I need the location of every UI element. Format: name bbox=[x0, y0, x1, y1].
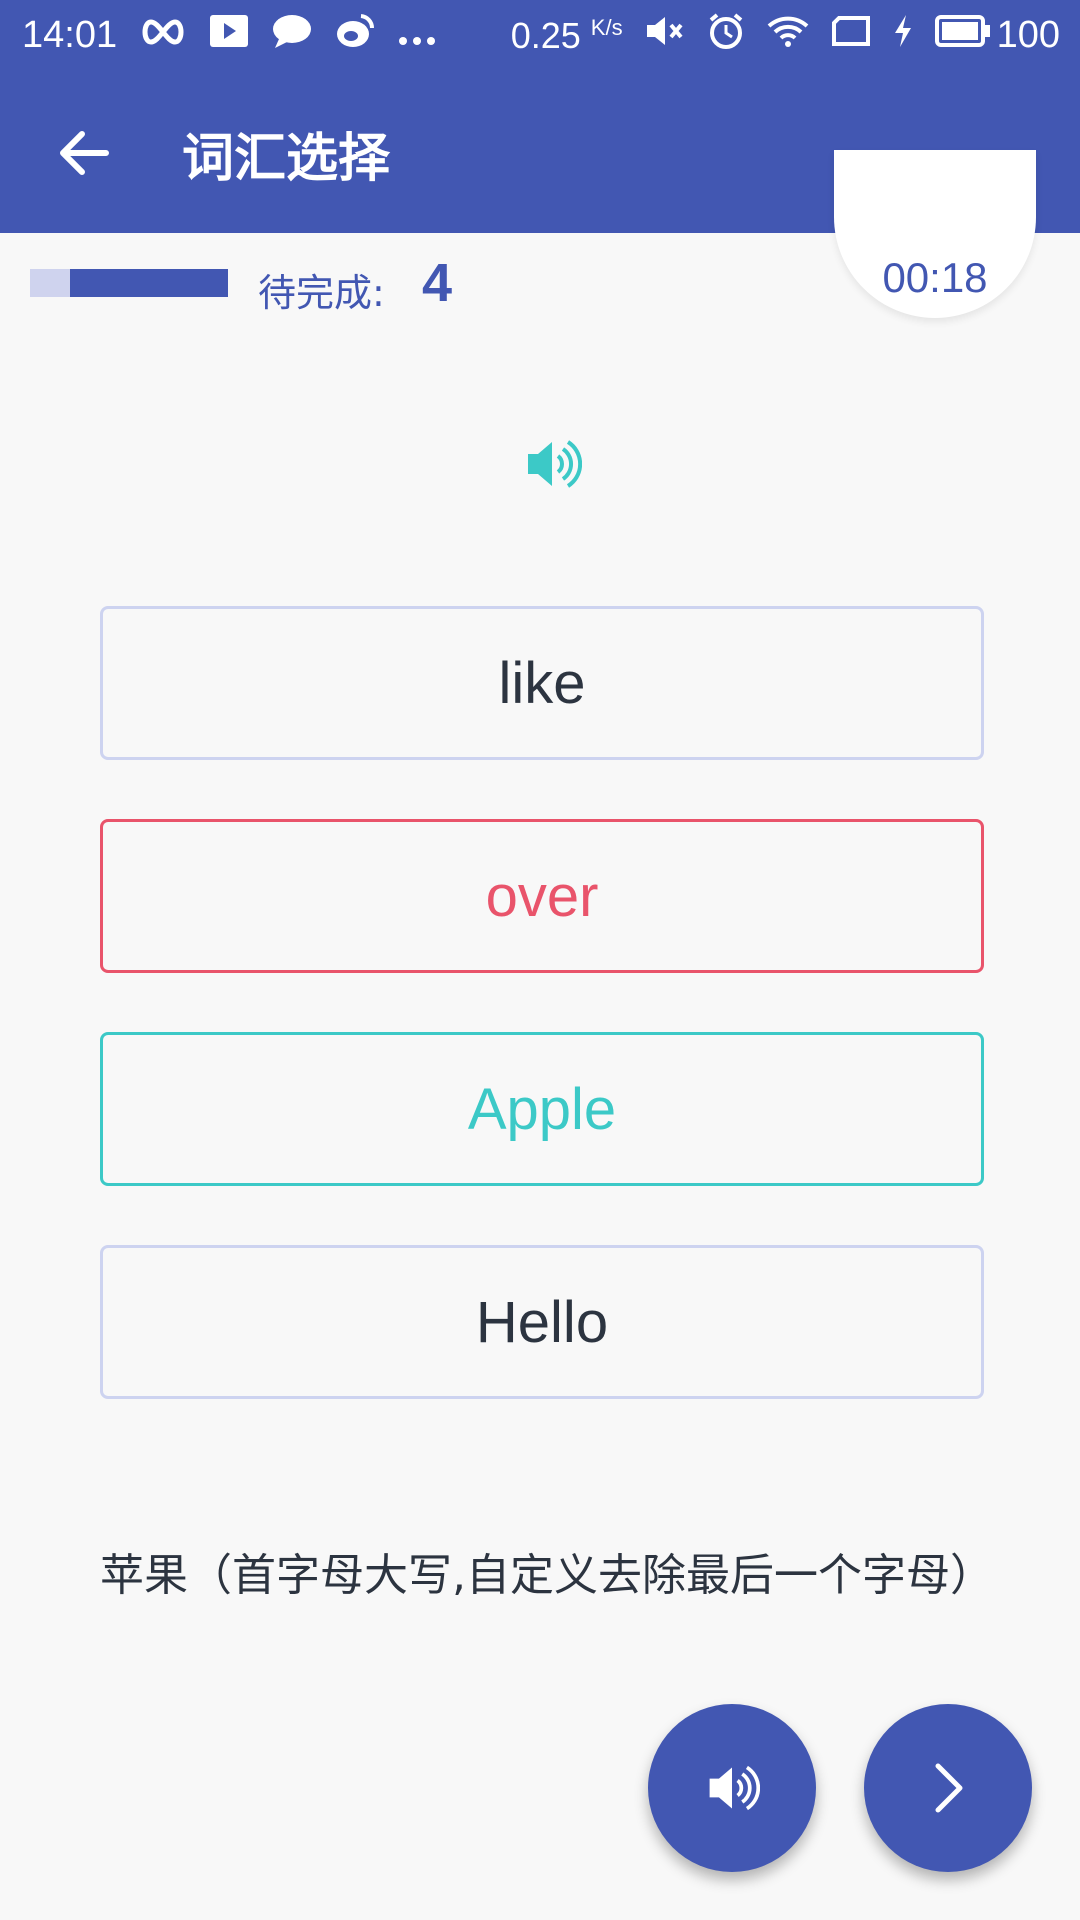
infinity-icon bbox=[139, 15, 187, 56]
speaker-icon bbox=[709, 1765, 760, 1811]
answer-option[interactable]: Hello bbox=[100, 1245, 984, 1399]
screen: 14:01 0.25 K/s 100 词汇选择 待完成: 4 00:18 lik… bbox=[0, 0, 1080, 1920]
timer-badge: 00:18 bbox=[834, 150, 1036, 318]
wifi-icon bbox=[767, 14, 809, 57]
battery-icon bbox=[934, 15, 991, 56]
arrow-back-icon bbox=[60, 131, 109, 175]
net-speed: 0.25 K/s bbox=[511, 15, 623, 57]
net-speed-value: 0.25 bbox=[510, 14, 581, 56]
progress-bar-fill bbox=[69, 269, 228, 297]
status-time: 14:01 bbox=[22, 14, 118, 56]
speak-button[interactable] bbox=[648, 1704, 816, 1872]
net-speed-unit: K/s bbox=[590, 14, 623, 40]
speaker-icon bbox=[528, 440, 583, 488]
status-left: 14:01 bbox=[22, 12, 459, 59]
answer-option[interactable]: over bbox=[100, 819, 984, 973]
play-word-audio-button[interactable] bbox=[522, 434, 583, 494]
charging-icon bbox=[893, 14, 913, 57]
pending-count: 4 bbox=[422, 253, 453, 313]
weibo-icon bbox=[335, 12, 375, 59]
answer-option[interactable]: like bbox=[100, 606, 984, 760]
status-bar: 14:01 0.25 K/s 100 bbox=[0, 0, 1080, 66]
mute-icon bbox=[645, 14, 685, 57]
progress-bar bbox=[30, 269, 228, 297]
alarm-icon bbox=[707, 12, 745, 59]
page-title: 词汇选择 bbox=[182, 129, 391, 189]
pending-label: 待完成: bbox=[258, 271, 385, 315]
more-dots-icon bbox=[397, 15, 437, 56]
battery-level: 100 bbox=[996, 14, 1060, 56]
chat-icon bbox=[271, 13, 313, 58]
back-button[interactable] bbox=[40, 109, 128, 197]
play-icon bbox=[209, 14, 249, 57]
chevron-right-icon bbox=[935, 1763, 963, 1813]
next-button[interactable] bbox=[864, 1704, 1032, 1872]
answer-option[interactable]: Apple bbox=[100, 1032, 984, 1186]
status-right: 0.25 K/s 100 bbox=[511, 12, 1060, 59]
screen-rotate-icon bbox=[831, 15, 871, 56]
timer-value: 00:18 bbox=[882, 254, 988, 301]
word-hint: 苹果（首字母大写,自定义去除最后一个字母） bbox=[100, 1550, 994, 1601]
